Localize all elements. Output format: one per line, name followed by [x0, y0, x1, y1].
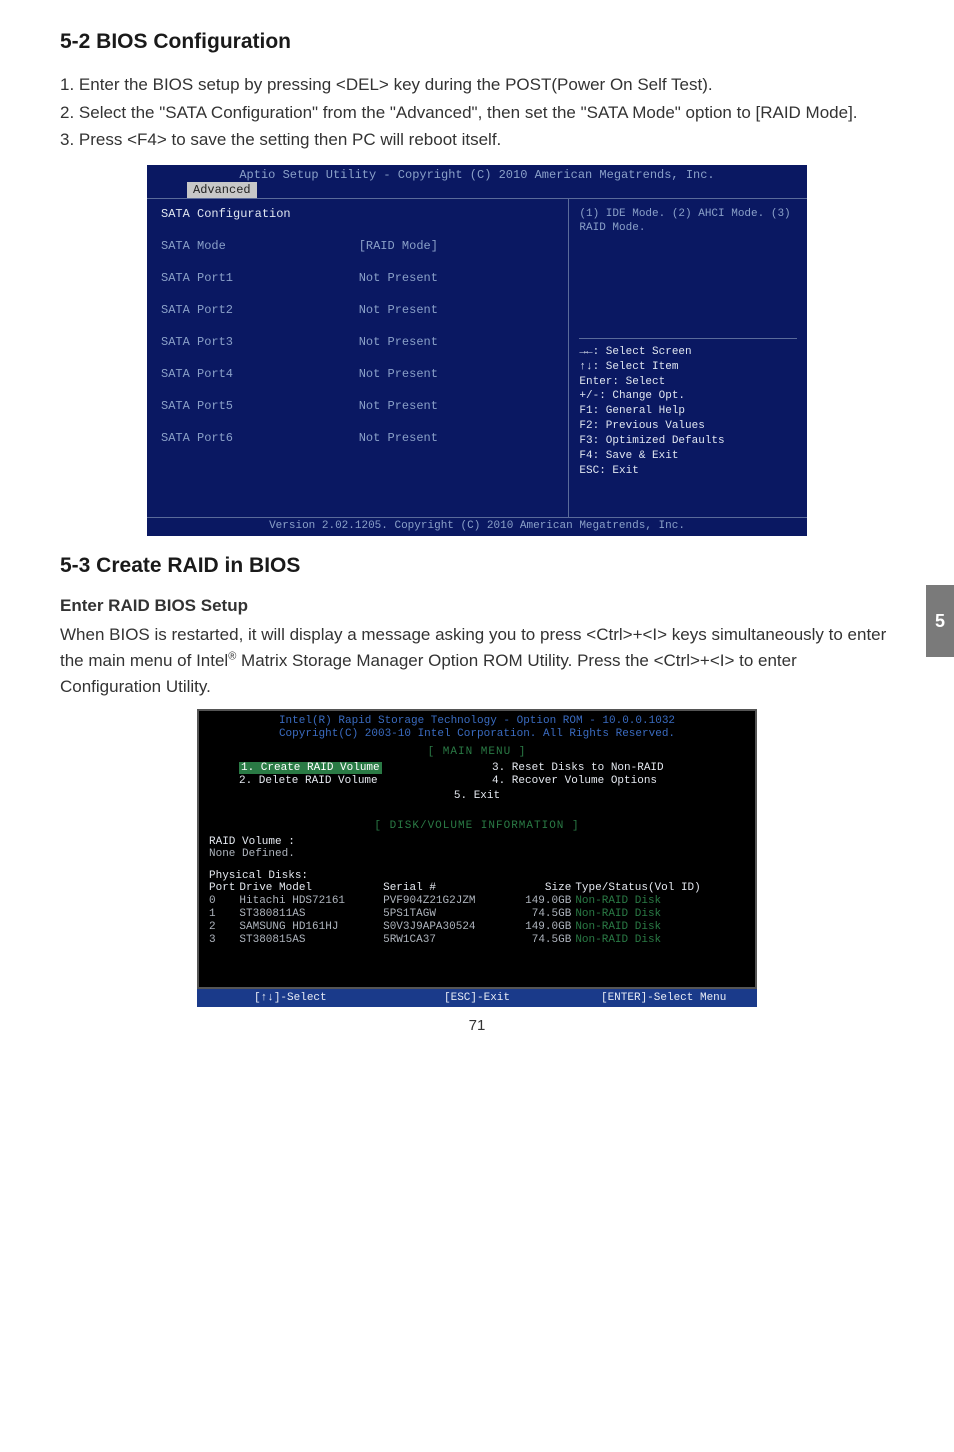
r3-port: 3 — [209, 934, 239, 947]
foot-enter: [ENTER]-Select Menu — [570, 989, 757, 1007]
hd-port: Port — [209, 882, 239, 895]
r2-port: 2 — [209, 921, 239, 934]
bios-k2: SATA Port1 — [161, 271, 359, 285]
raid-volume-label: RAID Volume : — [209, 836, 745, 848]
r0-serial: PVF904Z21G2JZM — [383, 895, 509, 908]
bios-v2: Not Present — [359, 271, 557, 285]
bios-mode-info: (1) IDE Mode. (2) AHCI Mode. (3) RAID Mo… — [579, 207, 797, 236]
foot-esc: [ESC]-Exit — [384, 989, 571, 1007]
page-number: 71 — [60, 1017, 894, 1034]
raid-main-menu: [ MAIN MENU ] 1. Create RAID Volume 2. D… — [197, 742, 757, 816]
bios-v0 — [359, 207, 557, 221]
step-2: 2. Select the "SATA Configuration" from … — [60, 100, 894, 126]
table-header-row: Port Drive Model Serial # Size Type/Stat… — [209, 882, 745, 895]
r0-model: Hitachi HDS72161 — [239, 895, 383, 908]
foot-select: [↑↓]-Select — [197, 989, 384, 1007]
bios-hint-2: Enter: Select — [579, 375, 797, 390]
hd-type: Type/Status(Vol ID) — [575, 882, 745, 895]
disk-table: Port Drive Model Serial # Size Type/Stat… — [209, 882, 745, 947]
raid-volume-none: None Defined. — [209, 848, 745, 860]
r1-port: 1 — [209, 908, 239, 921]
raid-head-2: Copyright(C) 2003-10 Intel Corporation. … — [205, 728, 749, 742]
r0-size: 149.0GB — [510, 895, 576, 908]
r3-type: Non-RAID Disk — [575, 934, 745, 947]
subheading-enter-raid: Enter RAID BIOS Setup — [60, 596, 894, 616]
bios-hint-6: F3: Optimized Defaults — [579, 434, 797, 449]
r3-model: ST380815AS — [239, 934, 383, 947]
bios-k7: SATA Port6 — [161, 431, 359, 445]
bios-hint-0: →←: Select Screen — [579, 345, 797, 360]
menu-reset-disks[interactable]: 3. Reset Disks to Non-RAID — [492, 762, 745, 774]
bios-k5: SATA Port4 — [161, 367, 359, 381]
r2-serial: S0V3J9APA30524 — [383, 921, 509, 934]
raid-head-1: Intel(R) Rapid Storage Technology - Opti… — [205, 715, 749, 729]
bios-v3: Not Present — [359, 303, 557, 317]
step-1: 1. Enter the BIOS setup by pressing <DEL… — [60, 72, 894, 98]
raid-screenshot: Intel(R) Rapid Storage Technology - Opti… — [197, 709, 757, 1008]
r2-model: SAMSUNG HD161HJ — [239, 921, 383, 934]
r1-type: Non-RAID Disk — [575, 908, 745, 921]
bios-hint-1: ↑↓: Select Item — [579, 360, 797, 375]
bios-v5: Not Present — [359, 367, 557, 381]
bios-k3: SATA Port2 — [161, 303, 359, 317]
bios-screenshot: Aptio Setup Utility - Copyright (C) 2010… — [147, 165, 807, 536]
raid-header: Intel(R) Rapid Storage Technology - Opti… — [197, 709, 757, 743]
r1-model: ST380811AS — [239, 908, 383, 921]
hd-size: Size — [510, 882, 576, 895]
r3-serial: 5RW1CA37 — [383, 934, 509, 947]
bios-right-pane: (1) IDE Mode. (2) AHCI Mode. (3) RAID Mo… — [569, 199, 807, 517]
bios-k0: SATA Configuration — [161, 207, 359, 221]
bios-k6: SATA Port5 — [161, 399, 359, 413]
bios-title: Aptio Setup Utility - Copyright (C) 2010… — [147, 165, 807, 182]
bios-left-pane: SATA Configuration SATA Mode[RAID Mode] … — [147, 199, 569, 517]
side-chapter-tab: 5 — [926, 585, 954, 657]
r1-serial: 5PS1TAGW — [383, 908, 509, 921]
menu-delete-raid[interactable]: 2. Delete RAID Volume — [239, 775, 492, 787]
bios-v6: Not Present — [359, 399, 557, 413]
r0-type: Non-RAID Disk — [575, 895, 745, 908]
bios-hint-8: ESC: Exit — [579, 464, 797, 479]
bios-hint-3: +/-: Change Opt. — [579, 389, 797, 404]
table-row: 3 ST380815AS 5RW1CA37 74.5GB Non-RAID Di… — [209, 934, 745, 947]
bios-footer: Version 2.02.1205. Copyright (C) 2010 Am… — [147, 517, 807, 536]
table-row: 0 Hitachi HDS72161 PVF904Z21G2JZM 149.0G… — [209, 895, 745, 908]
table-row: 2 SAMSUNG HD161HJ S0V3J9APA30524 149.0GB… — [209, 921, 745, 934]
bios-v7: Not Present — [359, 431, 557, 445]
menu-exit[interactable]: 5. Exit — [209, 790, 745, 802]
r1-size: 74.5GB — [510, 908, 576, 921]
steps-list: 1. Enter the BIOS setup by pressing <DEL… — [60, 72, 894, 153]
physical-disks-label: Physical Disks: — [209, 870, 745, 882]
bios-k1: SATA Mode — [161, 239, 359, 253]
r2-type: Non-RAID Disk — [575, 921, 745, 934]
heading-5-2: 5-2 BIOS Configuration — [60, 30, 894, 54]
table-row: 1 ST380811AS 5PS1TAGW 74.5GB Non-RAID Di… — [209, 908, 745, 921]
bios-v1: [RAID Mode] — [359, 239, 557, 253]
r3-size: 74.5GB — [510, 934, 576, 947]
bios-hint-4: F1: General Help — [579, 404, 797, 419]
bios-hint-5: F2: Previous Values — [579, 419, 797, 434]
step-3: 3. Press <F4> to save the setting then P… — [60, 127, 894, 153]
main-menu-label: [ MAIN MENU ] — [209, 746, 745, 758]
bios-k4: SATA Port3 — [161, 335, 359, 349]
raid-footer: [↑↓]-Select [ESC]-Exit [ENTER]-Select Me… — [197, 989, 757, 1007]
bios-hint-7: F4: Save & Exit — [579, 449, 797, 464]
para-raid-intro: When BIOS is restarted, it will display … — [60, 622, 894, 701]
raid-disk-info: [ DISK/VOLUME INFORMATION ] RAID Volume … — [197, 816, 757, 989]
bios-tab-advanced: Advanced — [187, 182, 257, 198]
r2-size: 149.0GB — [510, 921, 576, 934]
menu-recover-volume[interactable]: 4. Recover Volume Options — [492, 775, 745, 787]
heading-5-3: 5-3 Create RAID in BIOS — [60, 554, 894, 578]
hd-model: Drive Model — [239, 882, 383, 895]
menu-create-raid[interactable]: 1. Create RAID Volume — [239, 762, 382, 774]
r0-port: 0 — [209, 895, 239, 908]
bios-v4: Not Present — [359, 335, 557, 349]
disk-info-label: [ DISK/VOLUME INFORMATION ] — [209, 820, 745, 832]
hd-serial: Serial # — [383, 882, 509, 895]
